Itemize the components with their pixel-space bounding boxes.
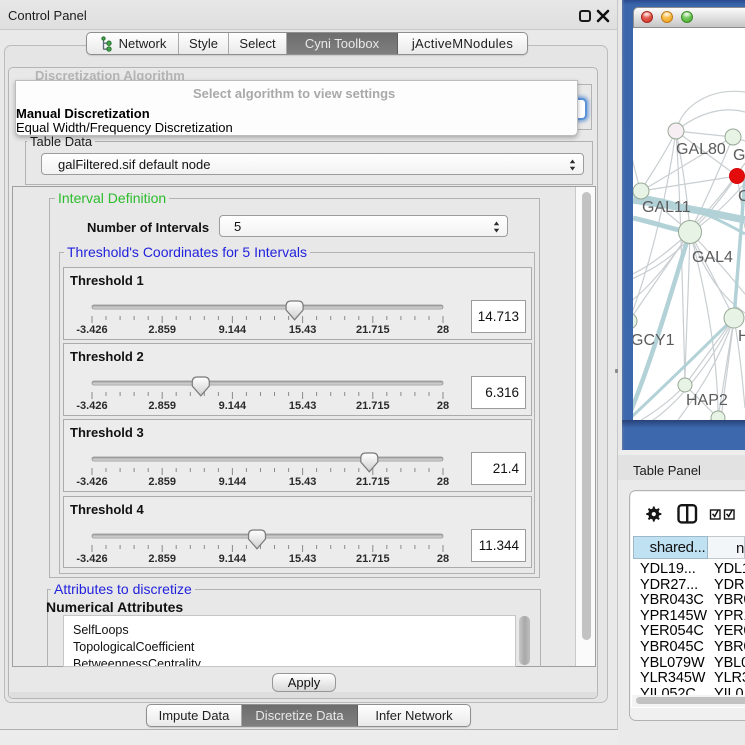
svg-text:-3.426: -3.426 [76,476,107,488]
svg-text:15.43: 15.43 [289,476,317,488]
svg-text:28: 28 [437,400,449,412]
svg-text:-3.426: -3.426 [76,400,107,412]
svg-text:9.144: 9.144 [219,324,247,336]
svg-text:-3.426: -3.426 [76,553,107,565]
svg-text:21.715: 21.715 [356,400,390,412]
svg-text:15.43: 15.43 [289,553,317,565]
svg-text:9.144: 9.144 [219,400,247,412]
svg-text:21.715: 21.715 [356,553,390,565]
svg-text:28: 28 [437,324,449,336]
svg-text:15.43: 15.43 [289,324,317,336]
svg-text:2.859: 2.859 [148,400,176,412]
svg-text:28: 28 [437,476,449,488]
svg-text:2.859: 2.859 [148,553,176,565]
svg-text:28: 28 [437,553,449,565]
svg-text:2.859: 2.859 [148,324,176,336]
svg-text:21.715: 21.715 [356,324,390,336]
svg-text:-3.426: -3.426 [76,324,107,336]
svg-text:9.144: 9.144 [219,476,247,488]
svg-text:2.859: 2.859 [148,476,176,488]
svg-text:9.144: 9.144 [219,553,247,565]
svg-text:21.715: 21.715 [356,476,390,488]
svg-text:15.43: 15.43 [289,400,317,412]
